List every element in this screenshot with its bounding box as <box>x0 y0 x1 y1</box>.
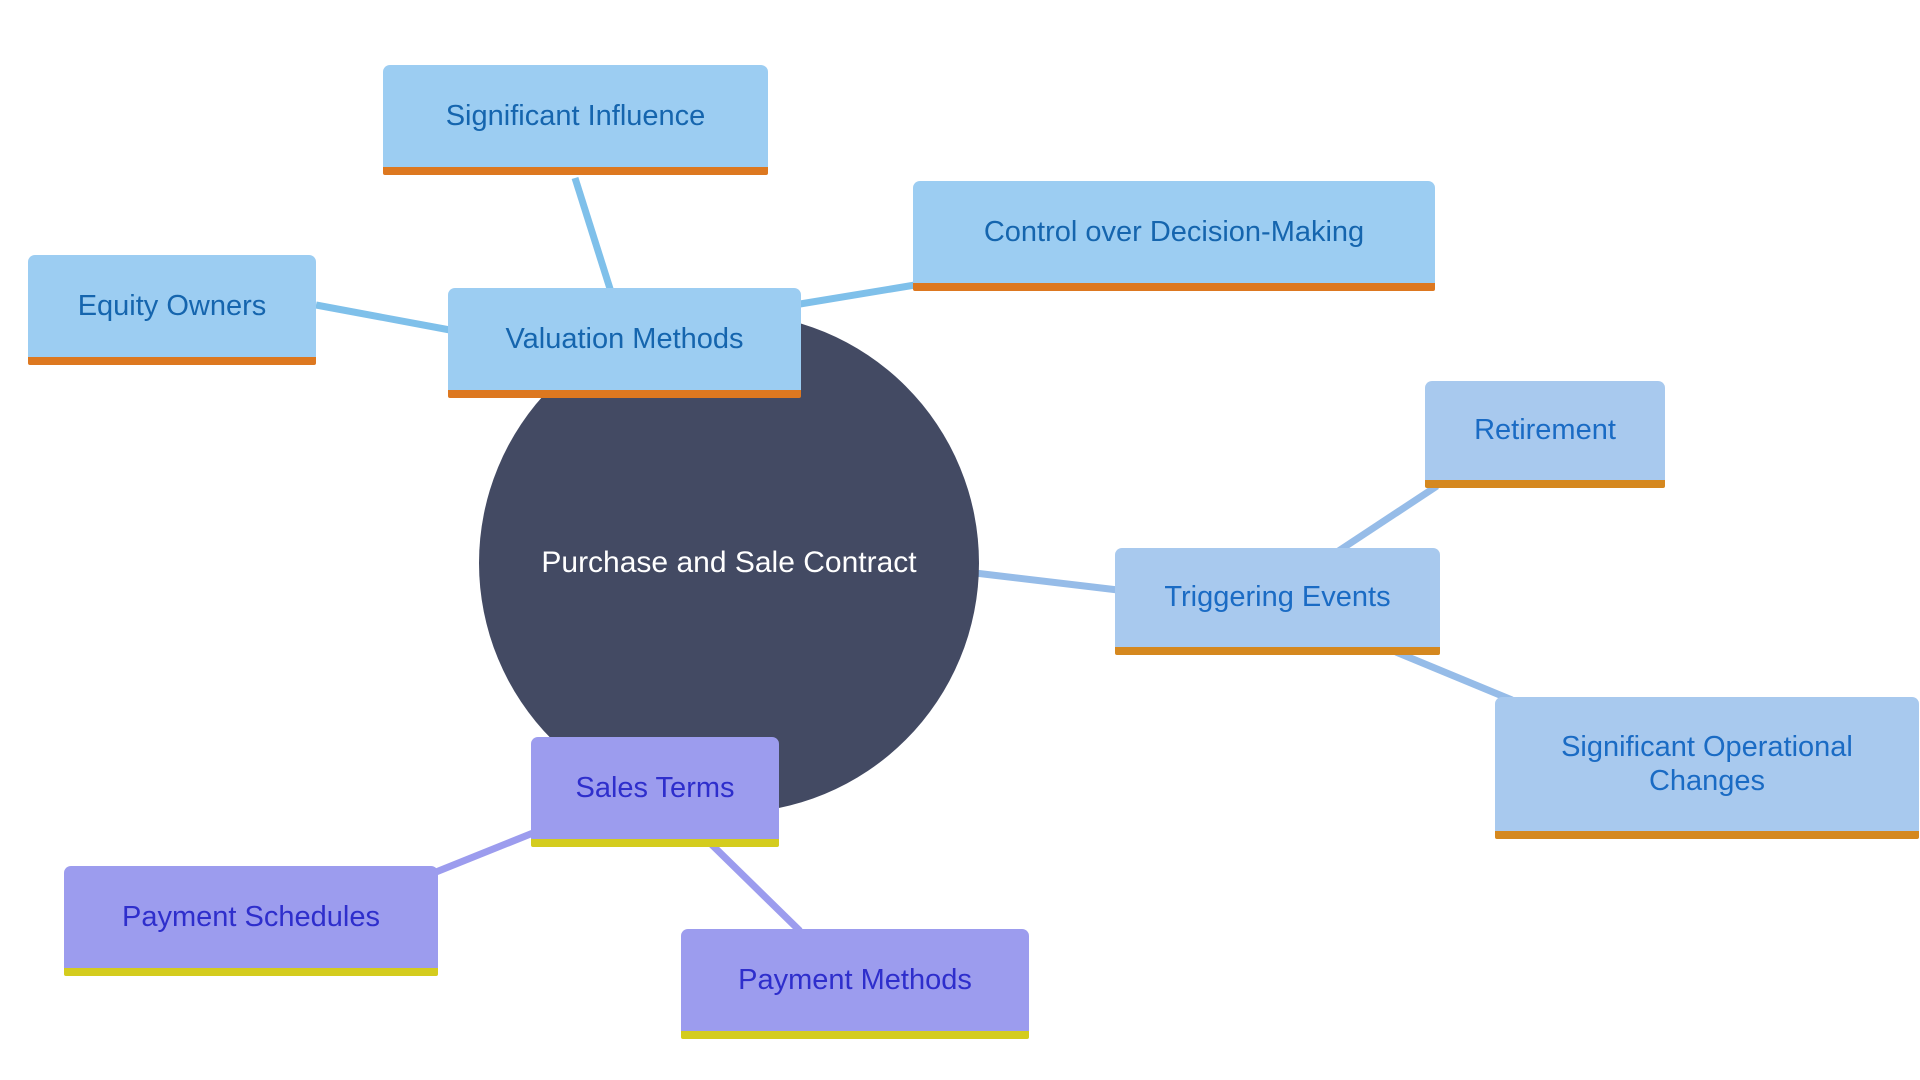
node-valuation-methods[interactable]: Valuation Methods <box>448 288 801 398</box>
node-label-triggering-events: Triggering Events <box>1164 581 1391 614</box>
node-significant-influence[interactable]: Significant Influence <box>383 65 768 175</box>
edge-valuation-methods-to-control-over-decision-making <box>799 281 916 308</box>
node-label-valuation-methods: Valuation Methods <box>505 322 744 355</box>
node-label-retirement: Retirement <box>1474 414 1616 447</box>
node-label-equity-owners: Equity Owners <box>77 289 267 322</box>
edge-triggering-events-to-significant-operational-changes <box>1394 648 1514 704</box>
edge-valuation-methods-to-equity-owners <box>315 301 451 334</box>
node-label-significant-influence: Significant Influence <box>445 99 706 132</box>
node-significant-operational-changes[interactable]: Significant Operational Changes <box>1495 697 1919 839</box>
mindmap-canvas: Purchase and Sale Contract Significant In… <box>0 0 1920 1080</box>
node-label-payment-schedules: Payment Schedules <box>122 900 380 933</box>
node-sales-terms[interactable]: Sales Terms <box>531 737 779 847</box>
node-label-control-over-decision-making: Control over Decision-Making <box>983 215 1365 248</box>
edge-valuation-methods-to-significant-influence <box>571 176 616 297</box>
node-control-over-decision-making[interactable]: Control over Decision-Making <box>913 181 1435 291</box>
edge-root-to-triggering-events <box>974 569 1119 594</box>
node-label-payment-methods: Payment Methods <box>738 963 972 996</box>
edge-sales-terms-to-payment-methods <box>704 837 803 934</box>
root-node-label: Purchase and Sale Contract <box>541 546 917 579</box>
edge-sales-terms-to-payment-schedules <box>434 829 535 876</box>
node-payment-methods[interactable]: Payment Methods <box>681 929 1029 1039</box>
node-triggering-events[interactable]: Triggering Events <box>1115 548 1440 655</box>
node-retirement[interactable]: Retirement <box>1425 381 1665 488</box>
node-label-significant-operational-changes: Significant Operational Changes <box>1561 730 1853 797</box>
node-equity-owners[interactable]: Equity Owners <box>28 255 316 365</box>
node-label-sales-terms: Sales Terms <box>575 771 735 804</box>
edge-triggering-events-to-retirement <box>1335 483 1439 555</box>
node-payment-schedules[interactable]: Payment Schedules <box>64 866 438 976</box>
